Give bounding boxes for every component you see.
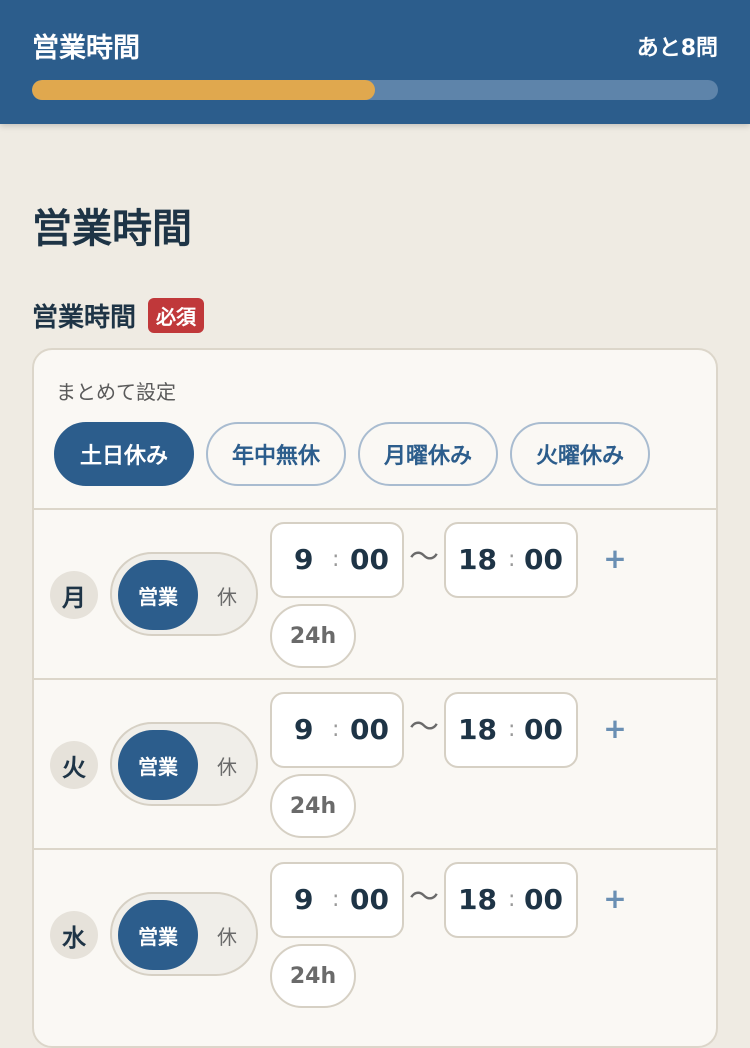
day-row-wednesday: 水 営業 休 9 : 00 〜 18 : 00 + 24h xyxy=(34,848,716,1018)
end-minute[interactable]: 00 xyxy=(524,694,563,766)
toggle-closed-option[interactable]: 休 xyxy=(204,560,250,630)
start-time-input[interactable]: 9 : 00 xyxy=(270,522,404,598)
end-minute[interactable]: 00 xyxy=(524,524,563,596)
end-minute[interactable]: 00 xyxy=(524,864,563,936)
preset-tuesday-off[interactable]: 火曜休み xyxy=(510,422,651,486)
start-hour[interactable]: 9 xyxy=(294,694,313,766)
range-tilde: 〜 xyxy=(409,540,439,575)
page-title: 営業時間 xyxy=(32,206,192,252)
preset-open-all-year[interactable]: 年中無休 xyxy=(206,422,347,486)
time-separator: : xyxy=(332,717,340,742)
start-hour[interactable]: 9 xyxy=(294,524,313,596)
preset-group: 土日休み 年中無休 月曜休み 火曜休み xyxy=(54,422,662,486)
24h-button[interactable]: 24h xyxy=(270,774,356,838)
toggle-open-option[interactable]: 営業 xyxy=(118,730,198,800)
start-minute[interactable]: 00 xyxy=(350,694,389,766)
progress-bar xyxy=(32,80,718,100)
start-time-input[interactable]: 9 : 00 xyxy=(270,692,404,768)
toggle-closed-option[interactable]: 休 xyxy=(204,900,250,970)
time-separator: : xyxy=(508,717,516,742)
add-time-range-button[interactable]: + xyxy=(596,540,634,578)
start-time-input[interactable]: 9 : 00 xyxy=(270,862,404,938)
day-row-tuesday: 火 営業 休 9 : 00 〜 18 : 00 + 24h xyxy=(34,678,716,848)
required-badge: 必須 xyxy=(148,298,205,333)
open-closed-toggle[interactable]: 営業 休 xyxy=(110,722,258,806)
field-label: 営業時間 必須 xyxy=(32,297,205,334)
end-time-input[interactable]: 18 : 00 xyxy=(444,692,578,768)
start-hour[interactable]: 9 xyxy=(294,864,313,936)
open-closed-toggle[interactable]: 営業 休 xyxy=(110,892,258,976)
day-label: 水 xyxy=(50,911,98,959)
preset-monday-off[interactable]: 月曜休み xyxy=(358,422,499,486)
24h-button[interactable]: 24h xyxy=(270,604,356,668)
start-minute[interactable]: 00 xyxy=(350,524,389,596)
add-time-range-button[interactable]: + xyxy=(596,880,634,918)
field-label-text: 営業時間 xyxy=(32,303,137,333)
remaining-questions: あと8問 xyxy=(636,36,718,61)
24h-button[interactable]: 24h xyxy=(270,944,356,1008)
bulk-setting-label: まとめて設定 xyxy=(56,380,176,404)
time-separator: : xyxy=(332,887,340,912)
add-time-range-button[interactable]: + xyxy=(596,710,634,748)
end-hour[interactable]: 18 xyxy=(458,524,497,596)
end-hour[interactable]: 18 xyxy=(458,694,497,766)
start-minute[interactable]: 00 xyxy=(350,864,389,936)
time-separator: : xyxy=(332,547,340,572)
end-hour[interactable]: 18 xyxy=(458,864,497,936)
toggle-open-option[interactable]: 営業 xyxy=(118,560,198,630)
open-closed-toggle[interactable]: 営業 休 xyxy=(110,552,258,636)
end-time-input[interactable]: 18 : 00 xyxy=(444,522,578,598)
day-label: 火 xyxy=(50,741,98,789)
business-hours-card: まとめて設定 土日休み 年中無休 月曜休み 火曜休み 月 営業 休 9 : 00… xyxy=(32,348,718,1048)
range-tilde: 〜 xyxy=(409,710,439,745)
preset-weekends-off[interactable]: 土日休み xyxy=(54,422,195,486)
end-time-input[interactable]: 18 : 00 xyxy=(444,862,578,938)
time-separator: : xyxy=(508,547,516,572)
toggle-closed-option[interactable]: 休 xyxy=(204,730,250,800)
toggle-open-option[interactable]: 営業 xyxy=(118,900,198,970)
progress-fill xyxy=(32,80,375,100)
time-separator: : xyxy=(508,887,516,912)
top-header: 営業時間 あと8問 xyxy=(0,0,750,124)
day-label: 月 xyxy=(50,571,98,619)
day-row-monday: 月 営業 休 9 : 00 〜 18 : 00 + 24h xyxy=(34,508,716,678)
header-title: 営業時間 xyxy=(32,33,140,64)
range-tilde: 〜 xyxy=(409,880,439,915)
